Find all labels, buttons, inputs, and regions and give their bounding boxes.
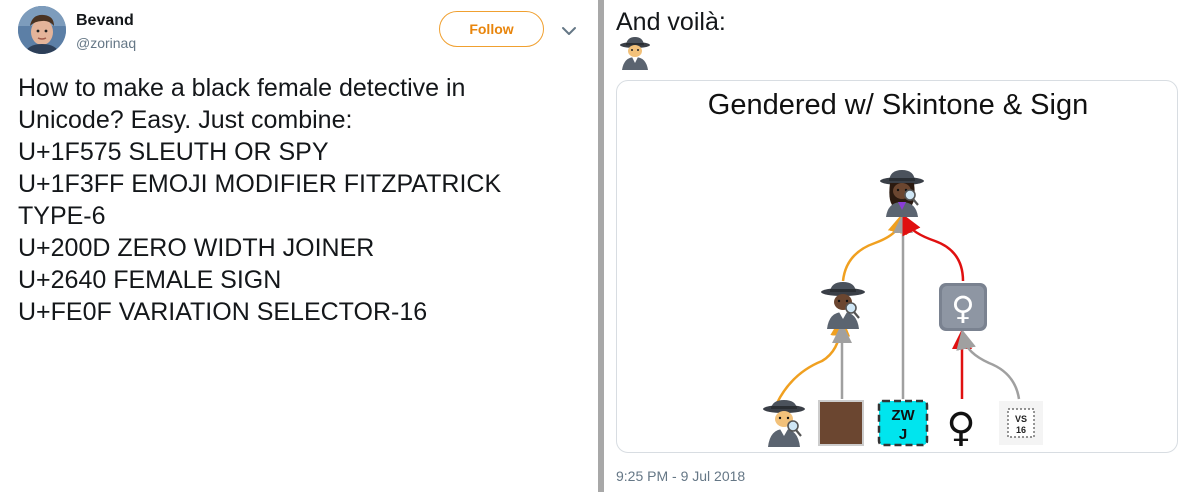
tweet-line: U+200D ZERO WIDTH JOINER [18,234,375,262]
edge-vs16-to-sign [956,329,1021,400]
tweet-line: U+1F3FF EMOJI MODIFIER FITZPATRICK [18,170,502,198]
vs-label-top: VS [1015,414,1027,424]
vs16-box: VS 16 [999,401,1043,445]
author-handle[interactable]: @zorinaq [76,35,136,51]
female-sign-icon: ♀ [946,405,975,451]
reply-tweet: And voilà: Gendered w/ Skintone & Sign ♀… [604,0,1200,492]
avatar-photo-icon [18,6,66,54]
skintone-swatch-icon [818,400,864,446]
sleuth-icon [763,400,805,447]
female-sign-emoji-icon: ♀ [939,283,987,331]
tweet-line: TYPE-6 [18,202,106,230]
timestamp[interactable]: 9:25 PM - 9 Jul 2018 [616,468,745,484]
detective-icon [620,37,650,70]
zwj-label-bottom: J [899,426,907,443]
tweet-line: How to make a black female detective in [18,74,466,102]
zwj-label-top: ZW [891,407,915,424]
svg-text:♀: ♀ [951,289,974,327]
result-female-detective-icon [880,170,924,217]
chevron-down-icon[interactable] [560,24,578,38]
original-tweet: Bevand @zorinaq Follow How to make a bla… [0,0,598,492]
tweet-line: Unicode? Easy. Just combine: [18,106,353,134]
reply-text: And voilà: [616,8,726,36]
dark-detective-icon [821,282,865,329]
zwj-box: ZW J [877,399,929,447]
tweet-line: U+2640 FEMALE SIGN [18,266,282,294]
composition-diagram: ♀ ZW J ♀ VS 16 [763,170,1043,451]
tweet-line: U+FE0F VARIATION SELECTOR-16 [18,298,428,326]
tweet-text: How to make a black female detective in … [18,72,578,328]
author-name[interactable]: Bevand [76,12,134,30]
follow-button[interactable]: Follow [439,11,544,47]
image-card[interactable]: Gendered w/ Skintone & Sign ♀ ZW J ♀ VS … [616,80,1178,453]
tweet-line: U+1F575 SLEUTH OR SPY [18,138,329,166]
edge-sleuth-to-dark-sleuth [775,316,851,404]
vs-label-bottom: 16 [1016,425,1026,435]
edge-sign-to-result [902,214,965,282]
edge-dark-sleuth-to-result [841,213,908,282]
avatar[interactable] [18,6,66,54]
svg-text:♀: ♀ [946,405,975,451]
